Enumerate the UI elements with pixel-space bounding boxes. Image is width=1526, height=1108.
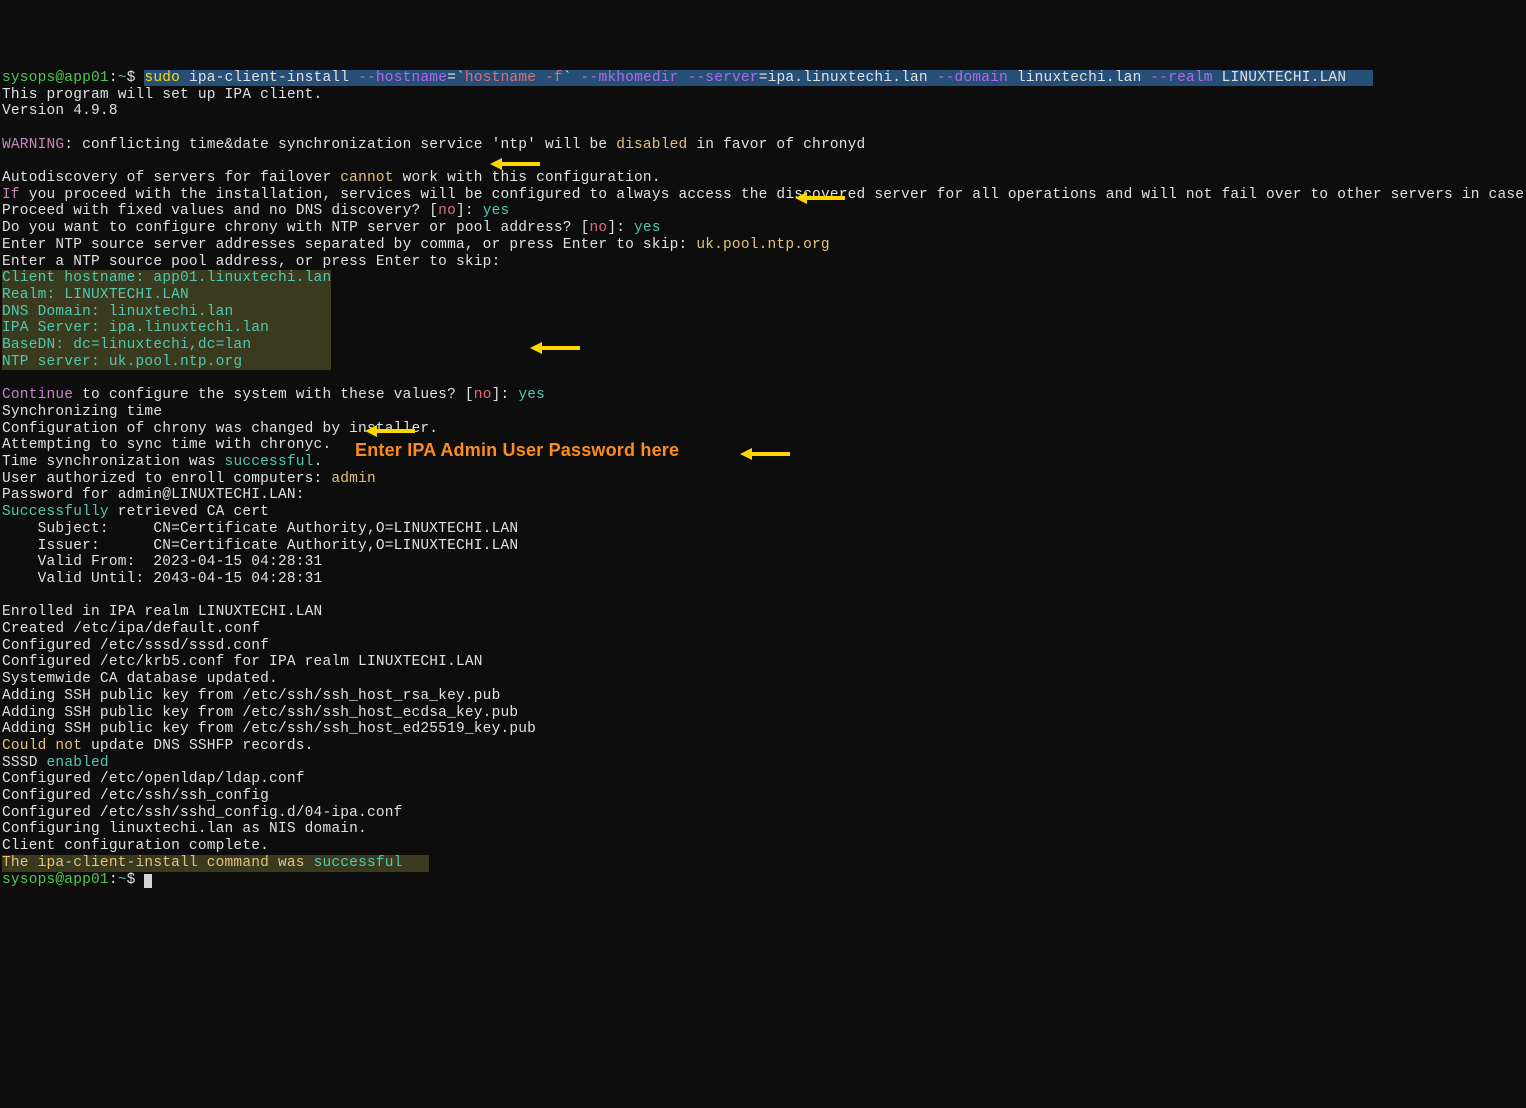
cmd-domain-val: linuxtechi.lan <box>1008 70 1150 86</box>
dns-domain: DNS Domain: linuxtechi.lan <box>2 304 233 320</box>
output-text: Time synchronization was <box>2 454 225 470</box>
output-line: Subject: CN=Certificate Authority,O=LINU… <box>2 521 518 537</box>
cmd-server-flag: --server <box>687 70 758 86</box>
output-line: Valid From: 2023-04-15 04:28:31 <box>2 554 322 570</box>
success-retrieved: Successfully <box>2 504 109 520</box>
output-text: : conflicting time&date synchronization … <box>64 137 616 153</box>
output-text: retrieved CA cert <box>109 504 269 520</box>
output-text: to configure the system with these value… <box>73 387 474 403</box>
annotation-arrow-icon <box>795 192 845 204</box>
output-text: Autodiscovery of servers for failover <box>2 170 340 186</box>
chrony-yes: yes <box>634 220 661 236</box>
output-line: Configured /etc/krb5.conf for IPA realm … <box>2 654 483 670</box>
cmd-eq1: =` <box>447 70 465 86</box>
prompt-dollar: $ <box>127 872 145 888</box>
annotation-arrow-icon <box>530 342 580 354</box>
cmd-sudo: sudo <box>144 70 180 86</box>
chrony-no: no <box>590 220 608 236</box>
prompt-path: ~ <box>118 872 127 888</box>
output-text: ]: <box>607 220 634 236</box>
output-line: Configured /etc/ssh/sshd_config.d/04-ipa… <box>2 805 403 821</box>
client-hostname: Client hostname: app01.linuxtechi.lan <box>2 270 331 286</box>
cmd-backtick: ` <box>563 70 581 86</box>
cmd-ipa: ipa-client-install <box>180 70 358 86</box>
output-text: Enter a NTP source pool address, or pres… <box>2 254 500 270</box>
output-text: work with this configuration. <box>394 170 661 186</box>
output-line: Attempting to sync time with chronyc. <box>2 437 331 453</box>
could-not: Could not <box>2 738 82 754</box>
prompt-sep: : <box>109 70 118 86</box>
output-line: Issuer: CN=Certificate Authority,O=LINUX… <box>2 538 518 554</box>
sssd-enabled: enabled <box>47 755 109 771</box>
output-line: Synchronizing time <box>2 404 162 420</box>
output-line: Configuring linuxtechi.lan as NIS domain… <box>2 821 367 837</box>
output-line: Systemwide CA database updated. <box>2 671 278 687</box>
final-text: The ipa-client-install command was <box>2 855 314 871</box>
output-text: Proceed with fixed values and no DNS dis… <box>2 203 438 219</box>
ntp-server: NTP server: uk.pool.ntp.org <box>2 354 242 370</box>
annotation-text: Enter IPA Admin User Password here <box>355 442 679 459</box>
cmd-server-val: =ipa.linuxtechi.lan <box>759 70 937 86</box>
output-line: Valid Until: 2043-04-15 04:28:31 <box>2 571 322 587</box>
cmd-domain-flag: --domain <box>937 70 1008 86</box>
annotation-arrow-icon <box>490 158 540 170</box>
output-line: Adding SSH public key from /etc/ssh/ssh_… <box>2 705 518 721</box>
basedn: BaseDN: dc=linuxtechi,dc=lan <box>2 337 251 353</box>
output-line: Configured /etc/openldap/ldap.conf <box>2 771 305 787</box>
cmd-realm-val: LINUXTECHI.LAN <box>1213 70 1347 86</box>
final-success: successful <box>314 855 403 871</box>
output-text: you proceed with the installation, servi… <box>20 187 1526 203</box>
output-text: SSSD <box>2 755 47 771</box>
cmd-hostname-flag: --hostname <box>358 70 447 86</box>
proceed-no: no <box>438 203 456 219</box>
cmd-realm-flag: --realm <box>1150 70 1212 86</box>
output-line: Client configuration complete. <box>2 838 269 854</box>
output-text: User authorized to enroll computers: <box>2 471 331 487</box>
annotation-arrow-icon <box>740 448 790 460</box>
output-line: Created /etc/ipa/default.conf <box>2 621 260 637</box>
ipa-server: IPA Server: ipa.linuxtechi.lan <box>2 320 269 336</box>
ntp-src-val: uk.pool.ntp.org <box>696 237 830 253</box>
terminal-output[interactable]: sysops@app01:~$ sudo ipa-client-install … <box>2 70 1524 888</box>
output-line: Adding SSH public key from /etc/ssh/ssh_… <box>2 721 536 737</box>
output-line: This program will set up IPA client. <box>2 87 322 103</box>
output-line: Version 4.9.8 <box>2 103 118 119</box>
annotation-arrow-icon <box>365 425 415 437</box>
output-text: ]: <box>492 387 519 403</box>
output-text: Do you want to configure chrony with NTP… <box>2 220 590 236</box>
proceed-yes: yes <box>483 203 510 219</box>
output-text: update DNS SSHFP records. <box>82 738 313 754</box>
warn-disabled: disabled <box>616 137 687 153</box>
warning-label: WARNING <box>2 137 64 153</box>
prompt-dollar: $ <box>127 70 145 86</box>
output-line: Password for admin@LINUXTECHI.LAN: <box>2 487 305 503</box>
cmd-mkhomedir: --mkhomedir <box>581 70 688 86</box>
time-sync-success: successful <box>225 454 314 470</box>
if-label: If <box>2 187 20 203</box>
prompt-user: sysops@app01 <box>2 70 109 86</box>
output-text: in favor of chronyd <box>687 137 865 153</box>
prompt-sep: : <box>109 872 118 888</box>
output-text: ]: <box>456 203 483 219</box>
cmd-hostname-val: hostname -f <box>465 70 563 86</box>
output-line: Adding SSH public key from /etc/ssh/ssh_… <box>2 688 500 704</box>
output-text: Enter NTP source server addresses separa… <box>2 237 696 253</box>
output-line: Configured /etc/ssh/ssh_config <box>2 788 269 804</box>
continue-label: Continue <box>2 387 73 403</box>
output-line: Configured /etc/sssd/sssd.conf <box>2 638 269 654</box>
user-auth-admin: admin <box>331 471 376 487</box>
cursor <box>144 874 152 888</box>
prompt-user: sysops@app01 <box>2 872 109 888</box>
output-line: Enrolled in IPA realm LINUXTECHI.LAN <box>2 604 322 620</box>
auto-cannot: cannot <box>340 170 393 186</box>
realm: Realm: LINUXTECHI.LAN <box>2 287 189 303</box>
prompt-path: ~ <box>118 70 127 86</box>
output-text: . <box>314 454 323 470</box>
continue-yes: yes <box>518 387 545 403</box>
continue-no: no <box>474 387 492 403</box>
